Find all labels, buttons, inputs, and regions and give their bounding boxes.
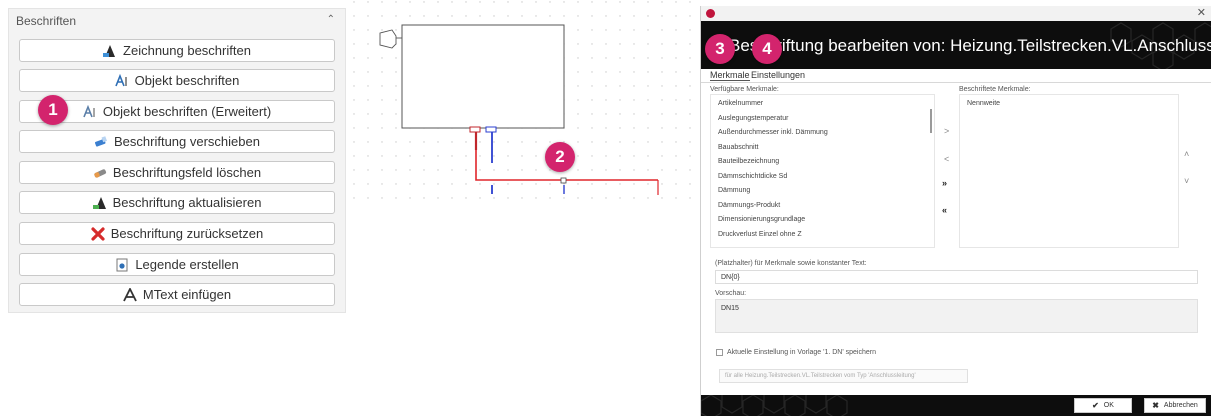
drawing-canvas[interactable] bbox=[352, 0, 700, 416]
scope-select-value: für alle Heizung.Teilstrecken.VL.Teilstr… bbox=[725, 373, 916, 379]
step-badge-2: 2 bbox=[545, 142, 575, 172]
labeled-label: Beschriftete Merkmale: bbox=[959, 86, 1031, 93]
list-item[interactable]: Dämmschichtdicke Sd bbox=[718, 173, 787, 180]
panel-title: Beschriften bbox=[16, 14, 77, 28]
list-item[interactable]: Dämmung bbox=[718, 187, 750, 194]
tab-merkmale[interactable]: Merkmale bbox=[710, 70, 750, 81]
annotate-drawing-label: Zeichnung beschriften bbox=[123, 43, 251, 58]
step-badge-1: 1 bbox=[38, 95, 68, 125]
delete-label-field-label: Beschriftungsfeld löschen bbox=[112, 165, 262, 180]
annotate-drawing-icon bbox=[103, 44, 117, 58]
available-scrollbar[interactable] bbox=[930, 109, 932, 133]
label-edit-dialog: ✕ Beschriftung bearbeiten von: Heizung.T… bbox=[700, 6, 1211, 416]
app-icon bbox=[706, 9, 715, 18]
annotate-object-label: Objekt beschriften bbox=[134, 73, 240, 88]
reset-label-button[interactable]: Beschriftung zurücksetzen bbox=[19, 222, 335, 245]
list-item[interactable]: Dimensionierungsgrundlage bbox=[718, 216, 805, 223]
dialog-footer: ✔ OK ✖ Abbrechen bbox=[701, 395, 1211, 416]
delete-label-field-button[interactable]: Beschriftungsfeld löschen bbox=[19, 161, 335, 184]
mtext-icon bbox=[123, 287, 137, 302]
preview-box: DN15 bbox=[715, 299, 1198, 333]
placeholder-label: (Platzhalter) für Merkmale sowie konstan… bbox=[715, 260, 867, 267]
insert-mtext-label: MText einfügen bbox=[142, 287, 232, 302]
move-label-label: Beschriftung verschieben bbox=[114, 134, 260, 149]
add-one-button[interactable]: > bbox=[944, 126, 949, 136]
list-item[interactable]: Nennweite bbox=[967, 100, 1000, 107]
available-list[interactable]: Artikelnummer Auslegungstemperatur Außen… bbox=[710, 94, 935, 248]
step-badge-4: 4 bbox=[752, 34, 782, 64]
annotate-object-icon bbox=[114, 73, 129, 88]
create-legend-label: Legende erstellen bbox=[135, 257, 239, 272]
tab-einstellungen[interactable]: Einstellungen bbox=[751, 70, 805, 80]
insert-mtext-button[interactable]: MText einfügen bbox=[19, 283, 335, 306]
list-item[interactable]: Dämmungs-Produkt bbox=[718, 202, 780, 209]
valve-symbol[interactable] bbox=[379, 29, 397, 49]
move-down-button[interactable]: ˅ bbox=[1184, 176, 1189, 186]
list-item[interactable]: Artikelnummer bbox=[718, 100, 763, 107]
annotate-object-button[interactable]: Objekt beschriften bbox=[19, 69, 335, 92]
move-label-button[interactable]: Beschriftung verschieben bbox=[19, 130, 335, 153]
list-item[interactable]: Druckverlust Einzel ohne Z bbox=[718, 231, 802, 238]
cancel-label: Abbrechen bbox=[1163, 402, 1198, 409]
ok-button[interactable]: ✔ OK bbox=[1074, 398, 1132, 413]
list-item[interactable]: Auslegungstemperatur bbox=[718, 115, 788, 122]
dialog-titlebar: ✕ bbox=[701, 6, 1211, 21]
check-icon: ✔ bbox=[1092, 401, 1099, 410]
dialog-tabs: Merkmale Einstellungen bbox=[701, 69, 1211, 83]
labeled-list[interactable]: Nennweite bbox=[959, 94, 1179, 248]
list-item[interactable]: Außendurchmesser inkl. Dämmung bbox=[718, 129, 828, 136]
chevron-up-icon[interactable]: ⌃ bbox=[327, 14, 335, 25]
footer-hexagon-pattern bbox=[701, 395, 848, 416]
list-item[interactable]: Bauteilbezeichnung bbox=[718, 158, 779, 165]
available-label: Verfügbare Merkmale: bbox=[710, 86, 779, 93]
remove-one-button[interactable]: < bbox=[944, 154, 949, 164]
create-legend-button[interactable]: Legende erstellen bbox=[19, 253, 335, 276]
cancel-button[interactable]: ✖ Abbrechen bbox=[1144, 398, 1206, 413]
step-badge-3: 3 bbox=[705, 34, 735, 64]
eraser-icon bbox=[93, 166, 107, 180]
legend-icon bbox=[115, 258, 129, 272]
ok-label: OK bbox=[1103, 402, 1114, 409]
add-all-button[interactable]: » bbox=[942, 178, 947, 188]
annotate-object-extended-icon bbox=[83, 104, 97, 119]
red-x-icon bbox=[91, 226, 105, 241]
device-outline[interactable] bbox=[401, 24, 565, 129]
scope-select[interactable]: für alle Heizung.Teilstrecken.VL.Teilstr… bbox=[719, 369, 968, 383]
return-connector[interactable] bbox=[485, 126, 497, 133]
annotate-object-extended-label: Objekt beschriften (Erweitert) bbox=[102, 104, 272, 119]
move-up-button[interactable]: ˄ bbox=[1184, 149, 1189, 159]
preview-label: Vorschau: bbox=[715, 290, 747, 297]
remove-all-button[interactable]: « bbox=[942, 205, 947, 215]
panel-header[interactable]: Beschriften ⌃ bbox=[9, 9, 345, 33]
pipe-grip[interactable] bbox=[560, 177, 567, 184]
close-icon: ✖ bbox=[1152, 401, 1159, 410]
dialog-title: Beschriftung bearbeiten von: Heizung.Tei… bbox=[729, 36, 1211, 55]
reset-label-label: Beschriftung zurücksetzen bbox=[110, 226, 264, 241]
close-icon[interactable]: ✕ bbox=[1197, 6, 1206, 19]
annotation-panel: Beschriften ⌃ Zeichnung beschriften Obje… bbox=[8, 8, 346, 313]
refresh-label-label: Beschriftung aktualisieren bbox=[112, 195, 262, 210]
annotate-drawing-button[interactable]: Zeichnung beschriften bbox=[19, 39, 335, 62]
refresh-label-button[interactable]: Beschriftung aktualisieren bbox=[19, 191, 335, 214]
save-template-label: Aktuelle Einstellung in Vorlage '1. DN' … bbox=[727, 349, 876, 356]
move-label-icon bbox=[94, 135, 108, 149]
list-item[interactable]: Bauabschnitt bbox=[718, 144, 758, 151]
refresh-label-icon bbox=[92, 196, 107, 210]
save-template-checkbox[interactable] bbox=[716, 349, 723, 356]
supply-connector[interactable] bbox=[469, 126, 481, 133]
placeholder-input[interactable]: DN{0} bbox=[715, 270, 1198, 284]
